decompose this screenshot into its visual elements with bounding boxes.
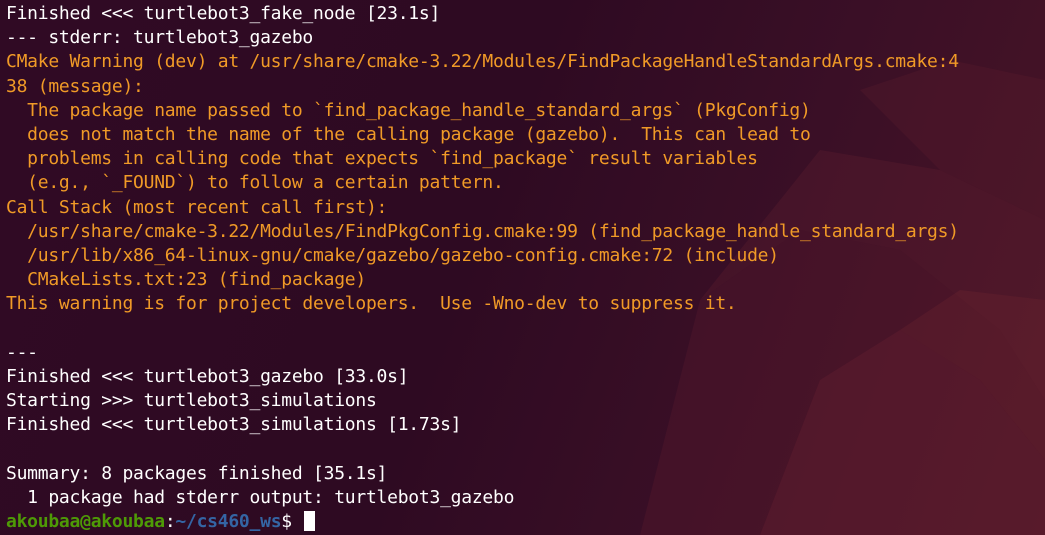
terminal-output: Finished <<< turtlebot3_fake_node [23.1s…: [6, 2, 1045, 534]
warning-line: does not match the name of the calling p…: [6, 123, 811, 145]
summary-line: Summary: 8 packages finished [35.1s]: [6, 462, 388, 484]
warning-line: This warning is for project developers. …: [6, 293, 737, 315]
warning-line: Call Stack (most recent call first):: [6, 196, 388, 218]
warning-line: problems in calling code that expects `f…: [6, 148, 758, 170]
warning-line: CMakeLists.txt:23 (find_package): [6, 269, 366, 291]
warning-line: /usr/lib/x86_64-linux-gnu/cmake/gazebo/g…: [6, 244, 779, 266]
text-cursor[interactable]: [303, 510, 315, 531]
prompt-symbol: $: [281, 510, 292, 532]
output-line: --- stderr: turtlebot3_gazebo: [6, 27, 314, 49]
prompt-line[interactable]: akoubaa@akoubaa:~/cs460_ws$: [6, 510, 1045, 534]
warning-line: CMake Warning (dev) at /usr/share/cmake-…: [6, 51, 959, 73]
output-line: Starting >>> turtlebot3_simulations: [6, 390, 377, 411]
prompt-separator: :: [164, 510, 176, 532]
warning-line: The package name passed to `find_package…: [6, 99, 811, 121]
output-line: 1 package had stderr output: turtlebot3_…: [6, 486, 515, 508]
prompt-path: ~/cs460_ws: [175, 510, 282, 532]
terminal-window[interactable]: Finished <<< turtlebot3_fake_node [23.1s…: [0, 0, 1045, 535]
prompt-user-host: akoubaa@akoubaa: [6, 510, 165, 532]
warning-line: /usr/share/cmake-3.22/Modules/FindPkgCon…: [6, 220, 959, 242]
warning-line: 38 (message):: [6, 75, 144, 97]
output-line: Finished <<< turtlebot3_simulations [1.7…: [6, 414, 462, 436]
output-line: Finished <<< turtlebot3_fake_node [23.1s…: [6, 3, 441, 24]
output-line: Finished <<< turtlebot3_gazebo [33.0s]: [6, 365, 409, 387]
output-line: ---: [6, 341, 38, 363]
warning-line: (e.g., `_FOUND`) to follow a certain pat…: [6, 172, 504, 194]
